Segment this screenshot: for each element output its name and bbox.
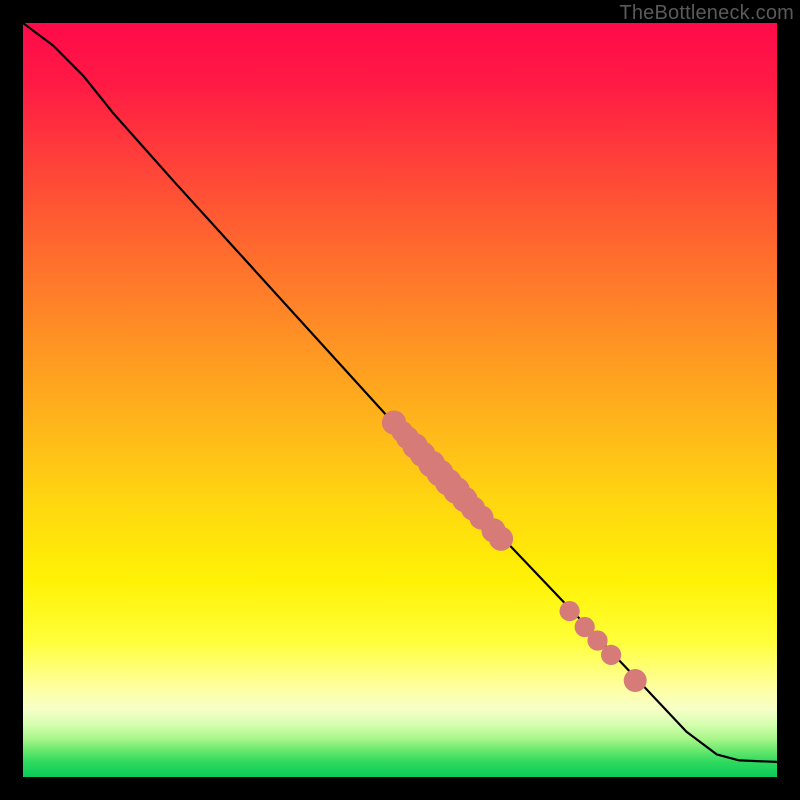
data-marker [489, 527, 513, 551]
data-marker [560, 601, 580, 621]
chart-plot-area [23, 23, 777, 777]
data-marker [601, 645, 621, 665]
chart-frame: TheBottleneck.com [0, 0, 800, 800]
chart-svg [23, 23, 777, 777]
watermark-text: TheBottleneck.com [619, 2, 794, 25]
data-marker [624, 669, 647, 692]
bottleneck-curve [23, 23, 777, 762]
